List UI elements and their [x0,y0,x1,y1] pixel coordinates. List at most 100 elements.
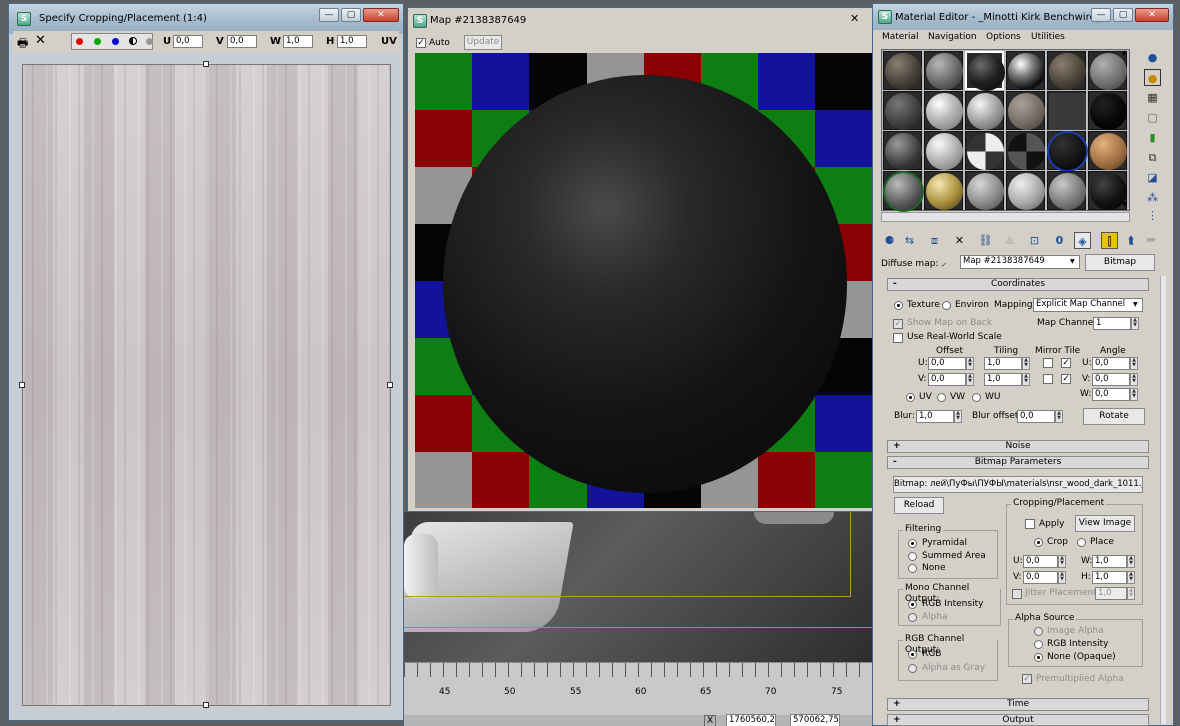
blue-channel-icon[interactable] [112,38,119,45]
blur-spinner[interactable]: ▲ ▼ [954,410,962,423]
rgb-intensity-alpha-radio[interactable] [1034,640,1043,649]
sample-slot[interactable] [1047,91,1086,130]
uv-tiling-icon[interactable]: ▢ [1144,109,1161,126]
sample-slot[interactable] [965,131,1004,170]
u-offset-field[interactable]: 0,0 [928,357,966,370]
crop-h-field[interactable]: 1,0 [1092,571,1127,584]
material-editor-scrollbar[interactable] [1160,276,1166,724]
blur-field[interactable]: 1,0 [916,410,954,423]
sample-hscroll[interactable] [881,212,1130,222]
pick-material-icon[interactable]: ⸝ [941,255,947,270]
coord-y-field[interactable]: 570062,75 [790,714,840,726]
place-radio[interactable] [1077,538,1086,547]
make-unique-icon[interactable]: ⛓ [977,232,994,249]
u-tiling-field[interactable]: 1,0 [984,357,1022,370]
viewport[interactable] [404,512,874,662]
image-alpha-radio[interactable] [1034,627,1043,636]
sample-slot[interactable] [1006,131,1045,170]
map-type-button[interactable]: Bitmap [1085,254,1155,271]
rgb-radio[interactable] [908,650,917,659]
texture-radio[interactable] [894,301,903,310]
sample-scroll-up[interactable]: ▲ [1120,49,1129,59]
sample-slot[interactable] [883,171,922,210]
wood-texture-preview[interactable] [22,64,391,706]
none-radio[interactable] [908,564,917,573]
sample-slot[interactable] [1088,131,1127,170]
sample-slot[interactable] [1047,131,1086,170]
sample-slot[interactable] [883,91,922,130]
crop-v-field[interactable]: 0,0 [1023,571,1058,584]
view-image-button[interactable]: View Image [1075,515,1135,532]
maximize-button[interactable]: ▢ [341,8,361,22]
assign-to-selection-icon[interactable]: ⧈ [926,232,943,249]
close-icon[interactable]: ✕ [35,33,46,48]
noise-rollout-header[interactable]: + Noise [887,440,1149,453]
w-angle-field[interactable]: 0,0 [1092,388,1130,401]
timeline-ruler[interactable]: 45 50 55 60 65 70 75 X 1760560,2 570062,… [404,662,874,726]
get-material-icon[interactable]: ⚈ [881,232,898,249]
apply-checkbox[interactable] [1025,519,1035,529]
background-icon[interactable]: ▦ [1144,89,1161,106]
sample-type-icon[interactable]: ● [1144,49,1161,66]
map-channel-spinner[interactable]: ▲ ▼ [1131,317,1139,330]
map-name-field[interactable]: Map #2138387649 [960,255,1080,269]
mono-channel-icon[interactable] [146,38,153,45]
blur-offset-field[interactable]: 0,0 [1017,410,1055,423]
print-icon[interactable]: 🖶 [17,34,28,55]
map-channel-field[interactable]: 1 [1093,317,1131,330]
sample-slot[interactable] [965,91,1004,130]
v-angle-field[interactable]: 0,0 [1092,373,1130,386]
lock-icon[interactable]: X [704,715,717,726]
v-angle-spinner[interactable]: ▲ ▼ [1130,373,1138,386]
v-tiling-field[interactable]: 1,0 [984,373,1022,386]
real-world-checkbox[interactable] [893,333,903,343]
w-field[interactable]: 1,0 [283,35,313,48]
vw-radio[interactable] [937,393,946,402]
u-tiling-spinner[interactable]: ▲ ▼ [1022,357,1030,370]
video-color-check-icon[interactable]: ▮ [1144,129,1161,146]
crop-w-field[interactable]: 1,0 [1092,555,1127,568]
red-channel-icon[interactable] [76,38,83,45]
mapping-dropdown[interactable]: Explicit Map Channel [1033,298,1143,312]
sample-slot[interactable] [924,131,963,170]
effect-channel-icon[interactable]: 0 [1051,232,1068,249]
material-id-icon[interactable]: ⊡ [1026,232,1043,249]
alpha-channel-icon[interactable] [129,37,137,45]
time-rollout-header[interactable]: + Time [887,698,1149,711]
put-to-library-icon[interactable]: ⟁ [1001,232,1018,249]
sample-slot[interactable] [883,131,922,170]
sample-slot[interactable] [1006,51,1045,90]
v-tile-checkbox[interactable]: ✓ [1061,374,1071,384]
output-rollout-header[interactable]: + Output [887,714,1149,726]
sample-scroll-down[interactable]: ▼ [1120,201,1129,211]
h-field[interactable]: 1,0 [337,35,367,48]
crop-u-spinner[interactable]: ▲ ▼ [1058,555,1066,568]
crop-h-spinner[interactable]: ▲ ▼ [1127,571,1135,584]
premultiplied-checkbox[interactable]: ✓ [1022,674,1032,684]
rgb-intensity-radio[interactable] [908,600,917,609]
u-offset-spinner[interactable]: ▲ ▼ [966,357,974,370]
sample-slot[interactable] [1088,91,1127,130]
go-forward-sibling-icon[interactable]: ⮫ [1143,232,1160,249]
put-to-scene-icon[interactable]: ⇆ [901,232,918,249]
close-button[interactable]: ✕ [363,8,399,22]
coord-x-field[interactable]: 1760560,2 [726,714,776,726]
crop-w-spinner[interactable]: ▲ ▼ [1127,555,1135,568]
reload-button[interactable]: Reload [894,497,944,514]
chevron-down-icon[interactable]: ▼ [1070,258,1075,265]
u-tile-checkbox[interactable]: ✓ [1061,358,1071,368]
sample-slot[interactable] [883,51,922,90]
material-navigator-icon[interactable]: ⋮ [1144,207,1161,224]
uv-radio[interactable] [906,393,915,402]
update-button[interactable]: Update [464,35,502,50]
menu-navigation[interactable]: Navigation [928,32,977,43]
u-field[interactable]: 0,0 [173,35,203,48]
crop-handle[interactable] [19,382,25,388]
v-field[interactable]: 0,0 [227,35,257,48]
show-end-result-icon[interactable]: ⫿ [1101,232,1118,249]
sample-slot[interactable] [924,91,963,130]
bitmap-params-rollout-header[interactable]: - Bitmap Parameters [887,456,1149,469]
v-offset-spinner[interactable]: ▲ ▼ [966,373,974,386]
sample-slot[interactable] [1047,51,1086,90]
make-preview-icon[interactable]: ⧉ [1144,149,1161,166]
